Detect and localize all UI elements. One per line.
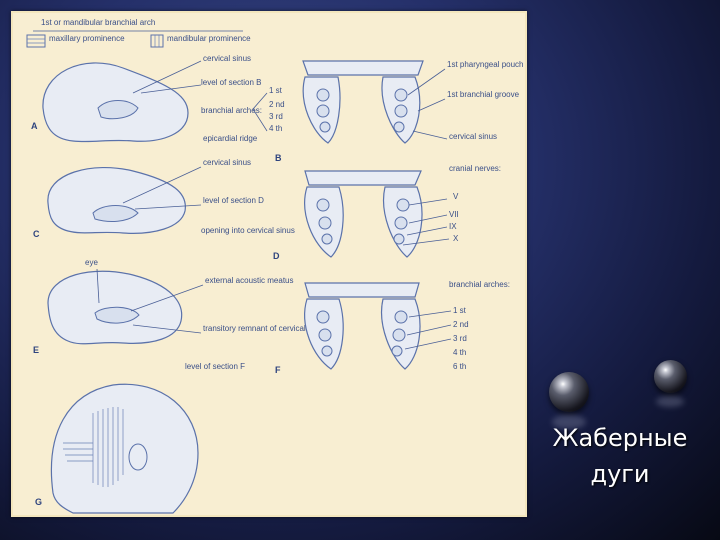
svg-text:4 th: 4 th [453, 348, 466, 357]
panel-a-label: A [31, 121, 38, 131]
panel-d-label: D [273, 251, 280, 261]
panel-b-label: B [275, 153, 282, 163]
svg-text:3 rd: 3 rd [269, 112, 283, 121]
svg-text:2 nd: 2 nd [453, 320, 469, 329]
svg-text:cranial nerves:: cranial nerves: [449, 164, 501, 173]
section-b [302, 60, 424, 76]
svg-text:3 rd: 3 rd [453, 334, 467, 343]
svg-text:6 th: 6 th [453, 362, 466, 371]
slide-title-line2: дуги [590, 460, 650, 488]
svg-text:X: X [453, 234, 459, 243]
slide-title: Жаберные дуги [540, 420, 700, 492]
decorative-sphere-small [654, 360, 687, 393]
decorative-sphere-large [549, 372, 589, 412]
svg-text:cervical sinus: cervical sinus [449, 132, 497, 141]
svg-text:branchial arches:: branchial arches: [201, 106, 262, 115]
embryo-c [47, 167, 186, 234]
svg-text:external acoustic meatus: external acoustic meatus [205, 276, 294, 285]
figure-header: 1st or mandibular branchial arch [41, 18, 155, 27]
branchial-arches-diagram: 1st or mandibular branchial arch maxilla… [26, 18, 524, 514]
svg-text:opening into cervical sinus: opening into cervical sinus [201, 226, 295, 235]
svg-text:cervical sinus: cervical sinus [203, 158, 251, 167]
mandibular-legend-swatch [150, 34, 164, 48]
svg-text:level of section B: level of section B [201, 78, 261, 87]
sphere-reflection-small [656, 396, 684, 407]
maxillary-legend-swatch [26, 34, 46, 48]
svg-text:1st branchial groove: 1st branchial groove [447, 90, 520, 99]
svg-text:IX: IX [449, 222, 457, 231]
legend-mandibular: mandibular prominence [167, 34, 251, 43]
svg-text:VII: VII [449, 210, 459, 219]
svg-text:4 th: 4 th [269, 124, 282, 133]
section-d [304, 170, 422, 186]
panel-g-label: G [35, 497, 42, 507]
panel-c-label: C [33, 229, 40, 239]
svg-text:1 st: 1 st [269, 86, 283, 95]
svg-text:V: V [453, 192, 459, 201]
svg-text:eye: eye [85, 258, 98, 267]
figure-panel: 1st or mandibular branchial arch maxilla… [11, 11, 527, 517]
panel-f-label: F [275, 365, 281, 375]
legend-maxillary: maxillary prominence [49, 34, 125, 43]
panel-e-label: E [33, 345, 39, 355]
head-g [50, 383, 199, 514]
svg-text:cervical sinus: cervical sinus [203, 54, 251, 63]
ear-g [128, 443, 148, 471]
slide-title-line1: Жаберные [552, 424, 688, 452]
svg-text:2 nd: 2 nd [269, 100, 285, 109]
svg-text:1st pharyngeal pouch: 1st pharyngeal pouch [447, 60, 524, 69]
svg-text:branchial arches:: branchial arches: [449, 280, 510, 289]
svg-text:level of section D: level of section D [203, 196, 264, 205]
svg-text:level of section F: level of section F [185, 362, 245, 371]
svg-text:1 st: 1 st [453, 306, 467, 315]
svg-text:epicardial ridge: epicardial ridge [203, 134, 258, 143]
section-f [304, 282, 420, 298]
